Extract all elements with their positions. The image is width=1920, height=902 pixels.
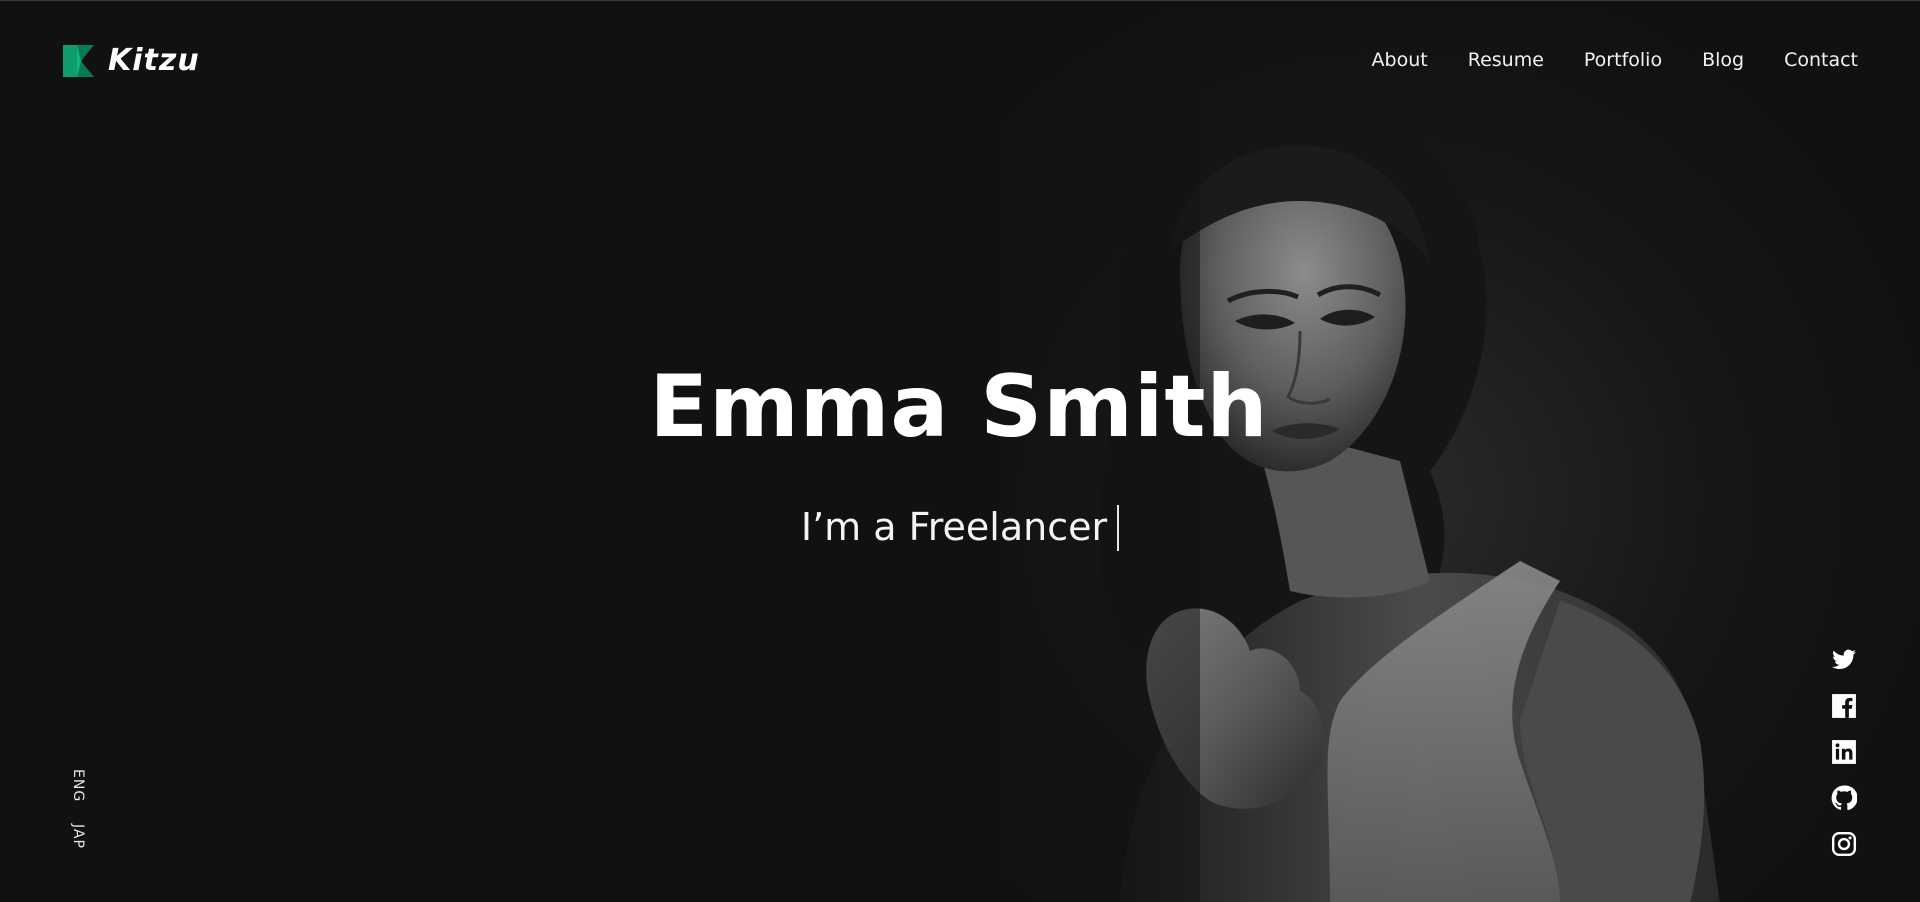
hero-name: Emma Smith: [649, 357, 1269, 457]
typing-caret: [1117, 504, 1120, 551]
nav-item-blog[interactable]: Blog: [1702, 47, 1744, 73]
linkedin-icon: [1832, 740, 1856, 764]
social-twitter-link[interactable]: [1831, 647, 1857, 673]
social-facebook-link[interactable]: [1831, 693, 1857, 719]
nav-item-about[interactable]: About: [1372, 47, 1428, 73]
main-nav: About Resume Portfolio Blog Contact: [1372, 47, 1858, 73]
language-jap[interactable]: JAP: [70, 824, 86, 849]
social-instagram-link[interactable]: [1831, 831, 1857, 857]
github-icon: [1831, 785, 1857, 811]
kitzu-logo-icon: [63, 45, 94, 77]
page: Kitzu About Resume Portfolio Blog Contac…: [0, 0, 1920, 902]
logo-link[interactable]: Kitzu: [63, 45, 200, 77]
social-links: [1830, 647, 1858, 857]
twitter-icon: [1832, 649, 1856, 669]
instagram-icon: [1831, 831, 1857, 857]
brand-name: Kitzu: [108, 43, 200, 78]
hero-subtitle-text: I’m a Freelancer: [800, 505, 1108, 549]
social-github-link[interactable]: [1831, 785, 1857, 811]
nav-item-resume[interactable]: Resume: [1468, 47, 1544, 73]
social-linkedin-link[interactable]: [1831, 739, 1857, 765]
site-header: Kitzu About Resume Portfolio Blog Contac…: [0, 1, 1920, 121]
hero-subtitle: I’m a Freelancer: [700, 501, 1220, 553]
facebook-icon: [1832, 694, 1856, 718]
language-switcher: ENG JAP: [70, 769, 86, 849]
language-eng[interactable]: ENG: [70, 769, 86, 802]
nav-item-contact[interactable]: Contact: [1784, 47, 1858, 73]
nav-item-portfolio[interactable]: Portfolio: [1584, 47, 1662, 73]
